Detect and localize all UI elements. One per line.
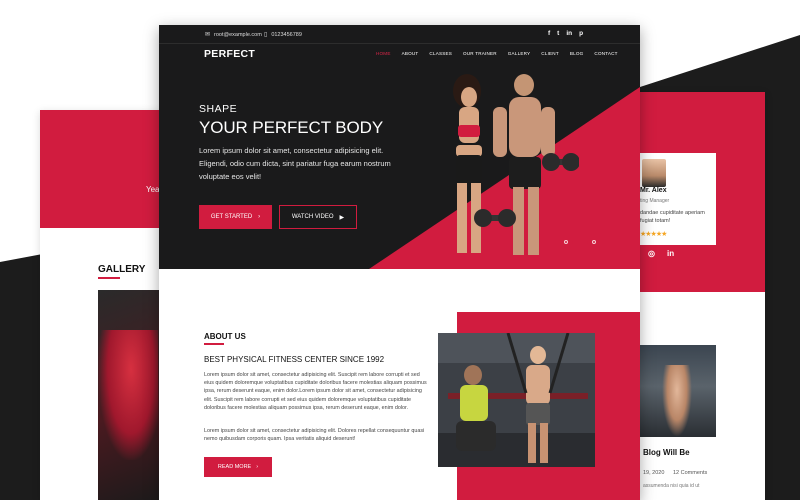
chevron-right-icon: › [256,464,259,470]
twitter-icon[interactable]: t [557,30,559,37]
linkedin-icon[interactable]: in [667,249,674,258]
chevron-right-icon: › [258,214,261,220]
gallery-person-figure [98,330,158,460]
hero-fitness-couple-image [453,74,579,255]
nav-item-home[interactable]: HOME [376,51,391,56]
nav-item-contact[interactable]: CONTACT [594,51,617,56]
contact-phone-text: 0123456789 [271,31,302,38]
nav-item-about[interactable]: ABOUT [402,51,419,56]
facebook-icon[interactable]: f [548,30,550,37]
mail-icon: ✉ [205,32,211,38]
slider-dot[interactable] [564,240,568,244]
slider-dot-active[interactable] [572,240,588,244]
blog-image[interactable] [640,345,716,437]
blog-title[interactable]: Blog Will Be [643,448,690,457]
nav-item-blog[interactable]: BLOG [570,51,584,56]
contact-email[interactable]: ✉ root@example.com [205,31,262,39]
testimonial-name: Mr. Alex [640,187,667,194]
read-more-label: READ MORE [217,464,252,470]
main-nav: HOME ABOUT CLASSES OUR TRAINER GALLERY C… [376,51,618,56]
blog-person-figure [662,365,692,437]
blog-date: 19, 2020 [643,470,665,476]
read-more-button[interactable]: READ MORE › [204,457,272,477]
about-paragraph-1: Lorem ipsum dolor sit amet, consectetur … [204,372,427,411]
instagram-icon[interactable]: ◎ [648,249,655,258]
site-logo[interactable]: PERFECT [204,48,255,60]
back-left-year-text: Yea [146,185,160,194]
about-paragraph-2: Lorem ipsum dolor sit amet, consectetur … [204,428,425,443]
about-heading: BEST PHYSICAL FITNESS CENTER SINCE 1992 [204,355,385,364]
get-started-label: GET STARTED [210,214,253,220]
hero-section: ✉ root@example.com ▯ 0123456789 f t in p… [159,25,640,269]
top-bar: ✉ root@example.com ▯ 0123456789 f t in p [159,25,640,44]
hero-slider-dots [564,240,596,244]
contact-phone[interactable]: ▯ 0123456789 [264,31,302,39]
contact-email-text: root@example.com [214,31,262,38]
hero-description: Lorem ipsum dolor sit amet, consectetur … [199,146,391,181]
blog-comments[interactable]: 12 Comments [673,470,707,476]
about-training-image [438,333,595,467]
top-social-links: f t in p [548,30,583,37]
main-page: ✉ root@example.com ▯ 0123456789 f t in p… [159,25,640,500]
slider-dot[interactable] [592,240,596,244]
testimonial-card: Mr. Alex ting Manager dandae cupiditate … [630,153,716,245]
watch-video-label: WATCH VIDEO [291,214,334,220]
about-title: ABOUT US [204,332,246,341]
nav-item-gallery[interactable]: GALLERY [508,51,531,56]
testimonial-social-links: ◎ in [636,249,674,258]
testimonial-text: dandae cupiditate aperiam fugiat totam! [640,210,705,224]
linkedin-icon[interactable]: in [566,30,572,37]
watch-video-button[interactable]: WATCH VIDEO ▶ [279,205,357,229]
gallery-title-underline [98,277,120,279]
nav-item-classes[interactable]: CLASSES [429,51,452,56]
phone-icon: ▯ [264,32,268,38]
blog-excerpt: assumenda nisi quia id ut [643,483,700,489]
hero-title: YOUR PERFECT BODY [199,118,384,137]
rating-stars: ★★★★★ [640,231,667,238]
gallery-title: GALLERY [98,264,146,275]
testimonial-role: ting Manager [640,198,670,204]
about-title-underline [204,343,224,345]
play-icon: ▶ [339,214,345,221]
testimonial-avatar [642,159,666,187]
nav-item-client[interactable]: CLIENT [541,51,559,56]
get-started-button[interactable]: GET STARTED › [199,205,272,229]
hero-subtitle: SHAPE [199,103,238,115]
pinterest-icon[interactable]: p [579,30,583,37]
nav-item-our-trainer[interactable]: OUR TRAINER [463,51,497,56]
